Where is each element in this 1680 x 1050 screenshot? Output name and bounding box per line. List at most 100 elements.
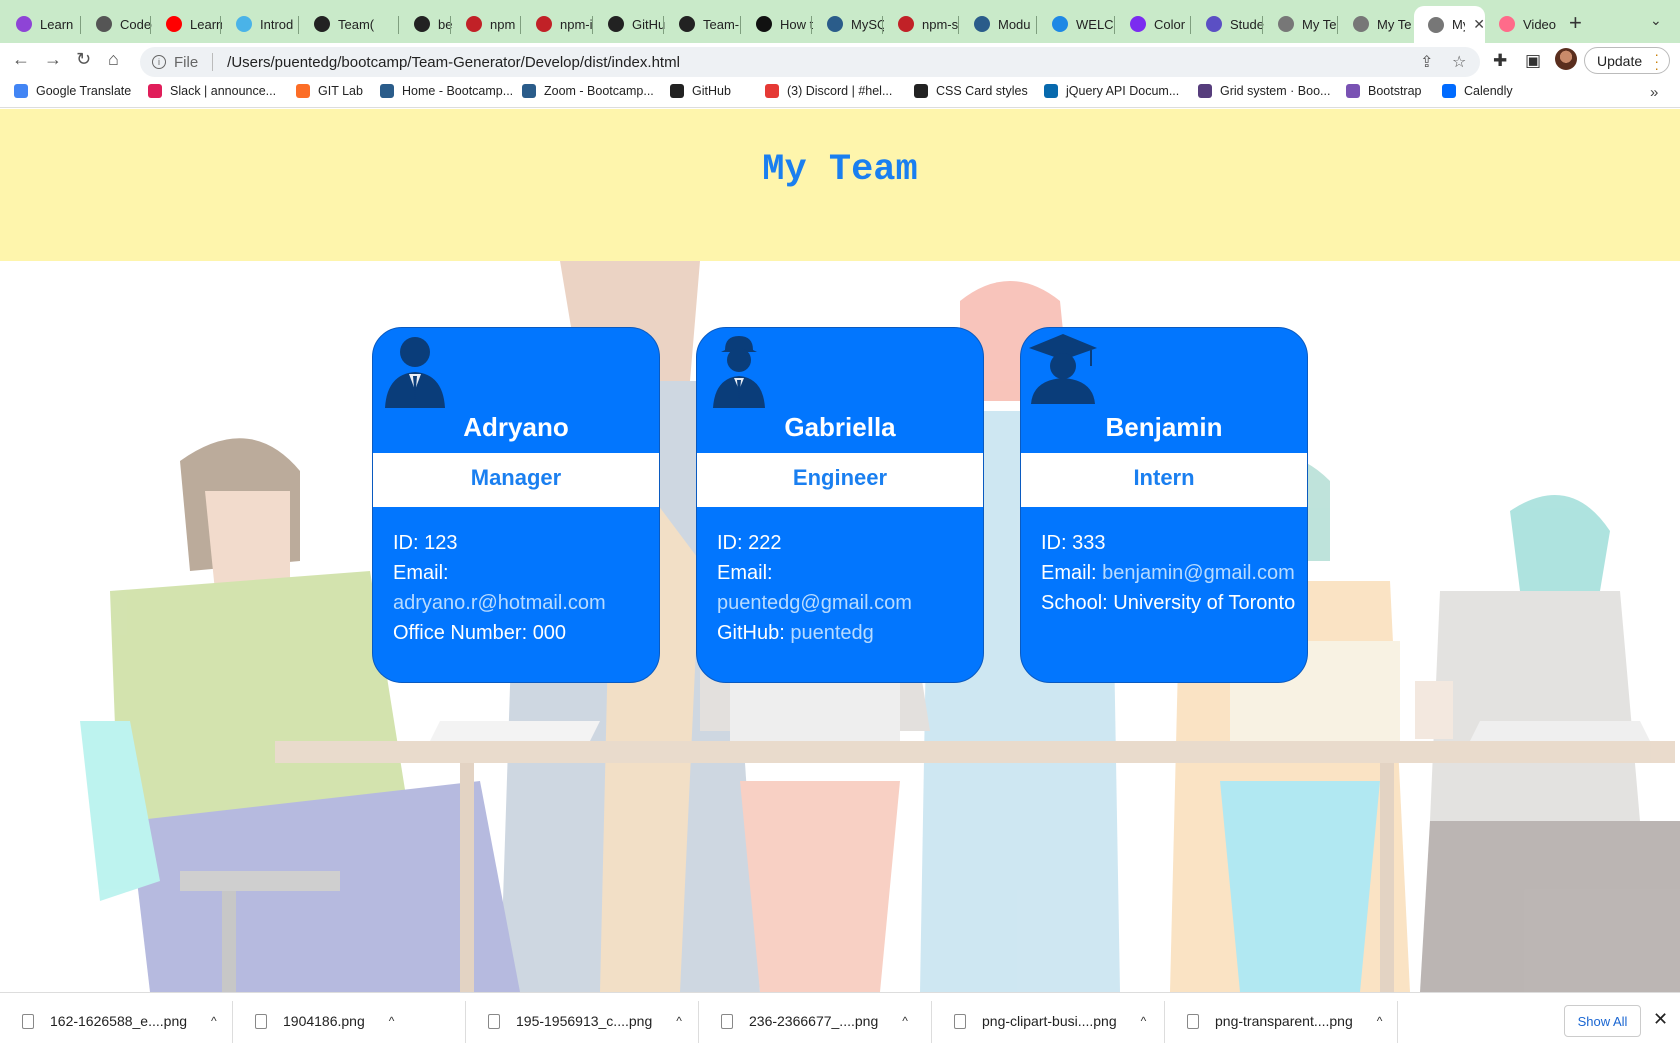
home-icon[interactable]: ⌂ [108, 49, 119, 70]
browser-tab[interactable]: Color [1116, 8, 1192, 40]
browser-tab[interactable]: How t [742, 8, 813, 40]
bookmark-favicon-icon [380, 84, 394, 98]
page-header: My Team [0, 109, 1680, 261]
side-panel-icon[interactable]: ▣ [1525, 51, 1541, 71]
browser-tab[interactable]: bestte [400, 8, 452, 40]
browser-tab[interactable]: Learn [152, 8, 222, 40]
browser-tab[interactable]: Team- [665, 8, 742, 40]
browser-tab[interactable]: My Te [1339, 8, 1414, 40]
download-item[interactable]: png-transparent....png ^ [1187, 1013, 1382, 1029]
tab-favicon-icon [466, 16, 482, 32]
tab-favicon-icon [1428, 16, 1444, 33]
bookmark-item[interactable]: jQuery API Docum... [1044, 84, 1179, 98]
new-tab-icon[interactable]: + [1569, 10, 1582, 36]
download-item[interactable]: 236-2366677_....png ^ [721, 1013, 908, 1029]
bookmark-item[interactable]: GitHub [670, 84, 731, 98]
tab-separator [1262, 16, 1263, 34]
bookmark-label: Zoom - Bootcamp... [544, 84, 654, 98]
tab-title: Team- [703, 16, 740, 32]
email-label: Email: [393, 562, 449, 584]
tab-separator [150, 16, 151, 34]
file-icon [721, 1013, 733, 1029]
bookmark-label: GIT Lab [318, 84, 363, 98]
file-icon [488, 1013, 500, 1029]
bookmarks-overflow-icon[interactable]: » [1650, 84, 1658, 101]
profile-avatar[interactable] [1555, 48, 1577, 70]
chevron-up-icon[interactable]: ^ [211, 1014, 217, 1028]
employee-role: Manager [373, 453, 659, 507]
bookmark-label: Calendly [1464, 84, 1513, 98]
tab-title: How t [780, 16, 813, 32]
chevron-up-icon[interactable]: ^ [676, 1014, 682, 1028]
update-button[interactable]: Update · · · [1584, 47, 1670, 75]
email-link[interactable]: adryano.r@hotmail.com [393, 592, 606, 614]
browser-tab[interactable]: Modu [960, 8, 1038, 40]
bookmark-favicon-icon [296, 84, 310, 98]
browser-tab[interactable]: Team( [300, 8, 400, 40]
browser-tab[interactable]: Codec [82, 8, 152, 40]
url-text[interactable]: /Users/puentedg/bootcamp/Team-Generator/… [227, 54, 680, 71]
bookmark-item[interactable]: Google Translate [14, 84, 131, 98]
bookmark-label: (3) Discord | #hel... [787, 84, 893, 98]
download-filename: 195-1956913_c....png [516, 1013, 653, 1029]
bookmark-item[interactable]: Home - Bootcamp... [380, 84, 513, 98]
chevron-up-icon[interactable]: ^ [902, 1014, 908, 1028]
download-item[interactable]: 195-1956913_c....png ^ [488, 1013, 682, 1029]
bookmark-star-icon[interactable]: ☆ [1452, 52, 1466, 72]
bookmark-item[interactable]: Bootstrap [1346, 84, 1422, 98]
bookmark-label: GitHub [692, 84, 731, 98]
address-bar[interactable]: i File /Users/puentedg/bootcamp/Team-Gen… [140, 47, 1480, 77]
extensions-icon[interactable]: ✚ [1493, 51, 1507, 71]
tab-title: My Te [1302, 16, 1337, 32]
email-link[interactable]: puentedg@gmail.com [717, 592, 912, 614]
browser-tab[interactable]: npm-s [884, 8, 960, 40]
github-link[interactable]: puentedg [790, 622, 873, 644]
tab-separator [298, 16, 299, 34]
bookmark-item[interactable]: Grid system · Boo... [1198, 84, 1330, 98]
tab-favicon-icon [414, 16, 430, 32]
download-filename: 1904186.png [283, 1013, 365, 1029]
close-downloads-icon[interactable]: ✕ [1653, 1009, 1668, 1030]
bookmark-favicon-icon [522, 84, 536, 98]
browser-tab[interactable]: My Te [1264, 8, 1339, 40]
tab-search-chevron-icon[interactable]: ⌄ [1650, 12, 1662, 29]
back-arrow-icon[interactable]: ← [12, 49, 30, 70]
email-link[interactable]: benjamin@gmail.com [1102, 562, 1295, 584]
chevron-up-icon[interactable]: ^ [389, 1014, 395, 1028]
browser-tab[interactable]: My ✕ [1414, 6, 1485, 43]
bookmark-item[interactable]: Slack | announce... [148, 84, 276, 98]
bookmark-item[interactable]: CSS Card styles [914, 84, 1028, 98]
tab-favicon-icon [236, 16, 252, 32]
bookmark-item[interactable]: (3) Discord | #hel... [765, 84, 892, 98]
download-item[interactable]: 1904186.png ^ [255, 1013, 394, 1029]
forward-arrow-icon[interactable]: → [44, 49, 62, 70]
browser-tab[interactable]: Video [1485, 8, 1565, 40]
tab-separator [663, 16, 664, 34]
browser-tab[interactable]: Introd [222, 8, 300, 40]
browser-tab[interactable]: npm [452, 8, 522, 40]
site-info-icon[interactable]: i [152, 55, 166, 69]
browser-tab[interactable]: Learn [2, 8, 82, 40]
bookmark-item[interactable]: Calendly [1442, 84, 1513, 98]
bookmark-item[interactable]: GIT Lab [296, 84, 363, 98]
browser-tab[interactable]: MySQ [813, 8, 884, 40]
download-item[interactable]: png-clipart-busi....png ^ [954, 1013, 1146, 1029]
browser-tab[interactable]: Stude [1192, 8, 1264, 40]
share-icon[interactable]: ⇪ [1420, 52, 1433, 72]
download-filename: png-transparent....png [1215, 1013, 1353, 1029]
bookmark-item[interactable]: Zoom - Bootcamp... [522, 84, 654, 98]
show-all-downloads-button[interactable]: Show All [1564, 1005, 1641, 1037]
browser-tab[interactable]: npm-i [522, 8, 594, 40]
reload-icon[interactable]: ↻ [76, 49, 91, 70]
tab-favicon-icon [756, 16, 772, 32]
chevron-up-icon[interactable]: ^ [1377, 1014, 1383, 1028]
browser-tab[interactable]: WELC [1038, 8, 1116, 40]
chevron-up-icon[interactable]: ^ [1141, 1014, 1147, 1028]
tab-favicon-icon [974, 16, 990, 32]
browser-tab[interactable]: GitHu [594, 8, 665, 40]
download-filename: png-clipart-busi....png [982, 1013, 1117, 1029]
school-label: School: [1041, 592, 1108, 614]
more-menu-icon[interactable]: · · · [1654, 47, 1659, 75]
download-item[interactable]: 162-1626588_e....png ^ [22, 1013, 217, 1029]
close-tab-icon[interactable]: ✕ [1473, 16, 1485, 33]
